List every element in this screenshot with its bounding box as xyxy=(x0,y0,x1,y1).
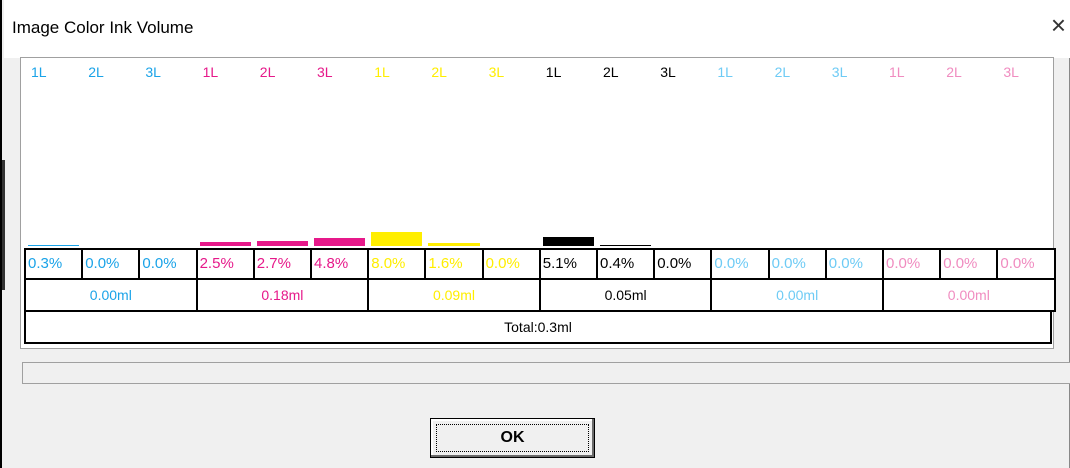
channel-volume-cell: 0.18ml xyxy=(195,280,370,312)
channel-volume-cell: 0.00ml xyxy=(710,280,884,312)
layer-percent-cell: 0.0% xyxy=(81,248,141,280)
layer-percent-cell: 0.0% xyxy=(996,248,1056,280)
layer-header: 2L xyxy=(774,64,791,80)
layer-header: 3L xyxy=(317,64,333,80)
progress-bar xyxy=(22,362,1070,384)
layer-percent-cell: 0.0% xyxy=(882,248,942,280)
layer-header: 1L xyxy=(717,64,733,80)
layer-header: 3L xyxy=(831,64,848,80)
layer-percent-cell: 0.0% xyxy=(939,248,999,280)
layer-header: 2L xyxy=(431,64,447,80)
layer-percent-cell: 0.0% xyxy=(138,248,198,280)
title-bar: Image Color Ink Volume × xyxy=(4,0,1070,58)
layer-header: 1L xyxy=(202,64,219,80)
layer-header: 3L xyxy=(1003,64,1019,80)
ink-level-bar xyxy=(428,243,480,246)
layer-percent-cell: 0.0% xyxy=(710,248,770,280)
ink-level-bar xyxy=(600,245,652,246)
close-icon[interactable]: × xyxy=(1051,12,1066,38)
layer-header: 1L xyxy=(31,64,47,80)
layer-header: 3L xyxy=(145,64,161,80)
channel-volume-cell: 0.00ml xyxy=(882,280,1056,312)
layer-percent-cell: 4.8% xyxy=(310,248,370,280)
layer-header: 3L xyxy=(488,64,505,80)
layer-header: 2L xyxy=(88,64,104,80)
total-volume: Total:0.3ml xyxy=(24,312,1052,344)
ink-level-bar xyxy=(542,237,594,246)
layer-percent-cell: 2.5% xyxy=(195,248,255,280)
ink-volume-panel: Total:0.3ml 1L 0.3% 2L 0.0% 3L 0.0% 0.00ml 1L 2.… xyxy=(20,57,1056,349)
window-edge-marker xyxy=(2,160,5,290)
layer-percent-cell: 0.0% xyxy=(824,248,884,280)
layer-percent-cell: 0.4% xyxy=(596,248,656,280)
ink-level-bar xyxy=(256,241,308,246)
channel-volume-cell: 0.05ml xyxy=(538,280,713,312)
layer-percent-cell: 0.0% xyxy=(481,248,541,280)
ink-volume-dialog: Image Color Ink Volume × Total:0.3ml 1L 0… xyxy=(0,0,1070,468)
layer-percent-cell: 0.0% xyxy=(767,248,827,280)
window-title: Image Color Ink Volume xyxy=(12,18,194,37)
channel-volume-cell: 0.09ml xyxy=(367,280,541,312)
layer-percent-cell: 0.3% xyxy=(24,248,84,280)
layer-header: 2L xyxy=(946,64,962,80)
layer-percent-cell: 2.7% xyxy=(252,248,312,280)
ok-button-label: OK xyxy=(500,429,525,446)
ink-level-bar xyxy=(371,232,423,246)
layer-header: 2L xyxy=(603,64,619,80)
layer-percent-cell: 5.1% xyxy=(538,248,598,280)
layer-percent-cell: 8.0% xyxy=(367,248,427,280)
layer-percent-cell: 1.6% xyxy=(424,248,484,280)
layer-header: 1L xyxy=(889,64,905,80)
ink-level-bar xyxy=(199,242,251,246)
channel-volume-cell: 0.00ml xyxy=(24,280,198,312)
layer-percent-cell: 0.0% xyxy=(653,248,713,280)
layer-header: 1L xyxy=(545,64,562,80)
layer-header: 3L xyxy=(660,64,676,80)
layer-header: 1L xyxy=(374,64,390,80)
ink-level-bar xyxy=(314,238,366,246)
ok-button[interactable]: OK xyxy=(430,418,595,458)
layer-header: 2L xyxy=(259,64,276,80)
ink-level-bar xyxy=(28,245,80,246)
